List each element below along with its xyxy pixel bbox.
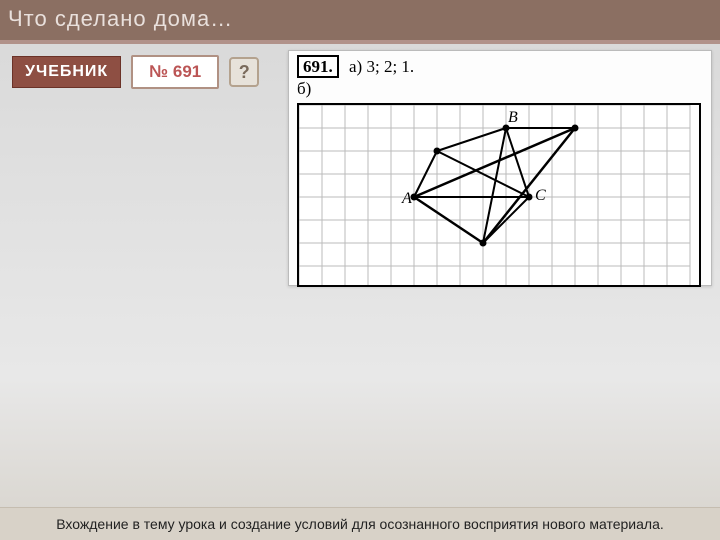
part-a-label: а) (349, 57, 362, 76)
svg-text:A: A (401, 190, 412, 207)
problem-header: 691. а) 3; 2; 1. (297, 57, 703, 77)
svg-text:B: B (508, 109, 518, 126)
textbook-label: УЧЕБНИК (12, 56, 121, 88)
toolbar: УЧЕБНИК № 691 ? (12, 55, 259, 89)
title-bar: Что сделано дома… (0, 0, 720, 44)
page-title: Что сделано дома… (8, 6, 233, 31)
diagram-svg: A B C (299, 105, 701, 287)
problem-number-chip: № 691 (131, 55, 219, 89)
part-b-label: б) (297, 79, 703, 99)
footer-note: Вхождение в тему урока и создание услови… (0, 507, 720, 540)
svg-text:C: C (535, 187, 546, 204)
help-button[interactable]: ? (229, 57, 259, 87)
problem-number-box: 691. (297, 55, 339, 78)
content-panel: 691. а) 3; 2; 1. б) A B C (288, 50, 712, 286)
part-a-answer: 3; 2; 1. (366, 57, 414, 76)
diagram-grid: A B C (297, 103, 701, 287)
